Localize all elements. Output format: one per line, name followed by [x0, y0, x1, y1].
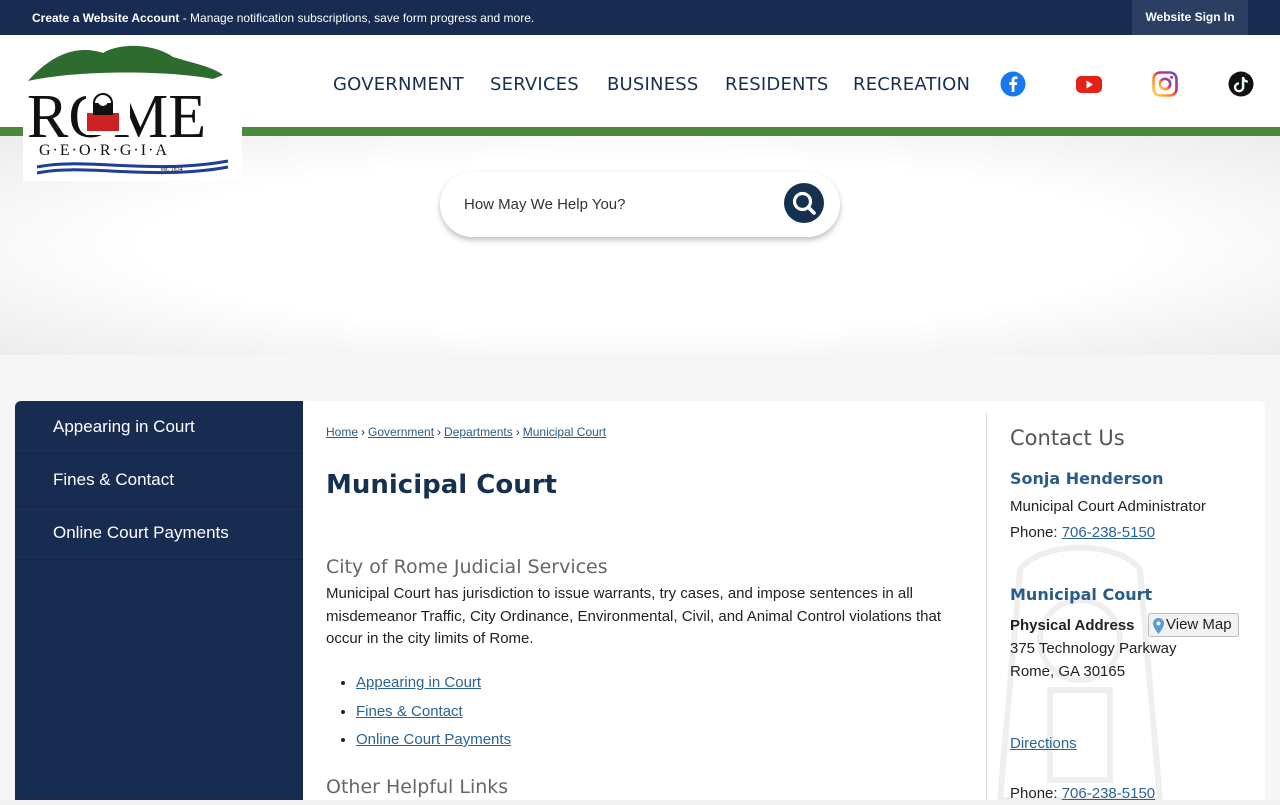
contact-title: Contact Us: [1010, 426, 1125, 450]
sign-in-button[interactable]: Website Sign In: [1132, 0, 1248, 35]
account-message-text: - Manage notification subscriptions, sav…: [179, 11, 535, 25]
other-links-title: Other Helpful Links: [326, 776, 509, 798]
view-map-label: View Map: [1166, 616, 1232, 633]
create-account-link[interactable]: Create a Website Account: [32, 11, 179, 25]
youtube-icon[interactable]: [1076, 71, 1102, 97]
phone-label-2: Phone:: [1010, 785, 1058, 802]
contact-phone-line-2: Phone: 706-238-5150: [1010, 785, 1155, 802]
search-input[interactable]: [464, 192, 784, 217]
directions-link[interactable]: Directions: [1010, 735, 1077, 752]
logo-est: est. 1834: [161, 167, 183, 173]
phone-link-2[interactable]: 706-238-5150: [1062, 785, 1155, 802]
logo-state: G·E·O·R·G·I·A: [39, 142, 169, 159]
court-links-list: Appearing in Court Fines & Contact Onlin…: [338, 672, 511, 758]
logo-graphic: ROME G·E·O·R·G·I·A est. 1834: [27, 45, 229, 175]
tiktok-icon[interactable]: [1228, 71, 1254, 97]
contact-person-role: Municipal Court Administrator: [1010, 498, 1206, 515]
breadcrumb-departments[interactable]: Departments: [444, 425, 513, 439]
contact-dept-name: Municipal Court: [1010, 585, 1153, 604]
site-search: [440, 172, 840, 237]
top-utility-bar: Create a Website Account - Manage notifi…: [0, 0, 1280, 35]
instagram-icon[interactable]: [1152, 71, 1178, 97]
map-pin-icon: [1153, 618, 1164, 641]
search-icon[interactable]: [784, 183, 824, 223]
nav-government[interactable]: GOVERNMENT: [333, 74, 464, 95]
nav-residents[interactable]: RESIDENTS: [725, 74, 829, 95]
link-appearing-in-court[interactable]: Appearing in Court: [356, 674, 481, 691]
nav-business[interactable]: BUSINESS: [607, 74, 699, 95]
breadcrumb: Home › Government › Departments › Municipal Co…: [326, 425, 607, 439]
contact-phone-line: Phone: 706-238-5150: [1010, 524, 1155, 541]
facebook-icon[interactable]: [1000, 71, 1026, 97]
physical-address-label: Physical Address: [1010, 617, 1135, 634]
account-message: Create a Website Account - Manage notifi…: [32, 11, 534, 25]
phone-link[interactable]: 706-238-5150: [1062, 524, 1155, 541]
directions-line: Directions: [1010, 735, 1077, 752]
nav-recreation[interactable]: RECREATION: [853, 74, 970, 95]
address-line-2: Rome, GA 30165: [1010, 663, 1126, 680]
address-line-1: 375 Technology Parkway: [1010, 640, 1177, 657]
link-fines-contact[interactable]: Fines & Contact: [356, 703, 463, 720]
section-paragraph: Municipal Court has jurisdiction to issu…: [326, 585, 941, 647]
link-online-court-payments[interactable]: Online Court Payments: [356, 731, 511, 748]
side-navigation: Appearing in Court Fines & Contact Onlin…: [15, 401, 303, 800]
breadcrumb-municipal-court[interactable]: Municipal Court: [523, 425, 606, 439]
sidebar-item-appearing-in-court[interactable]: Appearing in Court: [15, 401, 303, 454]
list-item: Appearing in Court: [356, 672, 511, 701]
page-title: Municipal Court: [326, 470, 557, 500]
breadcrumb-government[interactable]: Government: [368, 425, 434, 439]
list-item: Online Court Payments: [356, 729, 511, 758]
breadcrumb-home[interactable]: Home: [326, 425, 358, 439]
nav-services[interactable]: SERVICES: [490, 74, 579, 95]
rome-georgia-logo[interactable]: ROME G·E·O·R·G·I·A est. 1834: [23, 43, 242, 181]
phone-label: Phone:: [1010, 524, 1058, 541]
section-title: City of Rome Judicial Services: [326, 556, 608, 578]
view-map-button[interactable]: View Map: [1148, 613, 1239, 637]
list-item: Fines & Contact: [356, 701, 511, 730]
sidebar-item-fines-contact[interactable]: Fines & Contact: [15, 454, 303, 507]
contact-person-name: Sonja Henderson: [1010, 469, 1164, 488]
column-divider: [986, 413, 987, 800]
sidebar-item-online-court-payments[interactable]: Online Court Payments: [15, 507, 303, 560]
